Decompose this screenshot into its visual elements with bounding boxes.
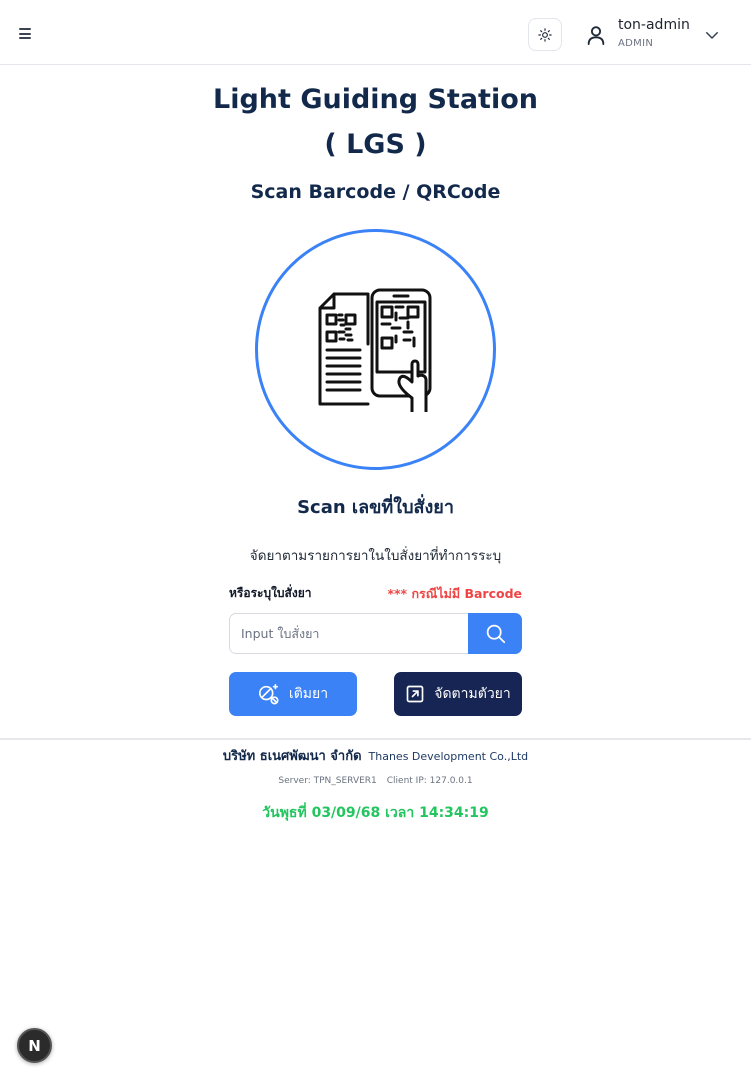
hamburger-menu-icon[interactable] bbox=[19, 28, 31, 39]
server-name: Server: TPN_SERVER1 bbox=[278, 776, 377, 786]
sort-by-medicine-button[interactable]: จัดตามตัวยา bbox=[394, 672, 522, 716]
no-barcode-hint: *** กรณีไม่มี Barcode bbox=[387, 586, 522, 601]
user-name: ton-admin bbox=[618, 17, 690, 33]
theme-toggle-button[interactable] bbox=[528, 18, 562, 51]
page: ton-admin ADMIN Light Guiding Station ( … bbox=[0, 0, 751, 1080]
sun-icon bbox=[538, 27, 552, 42]
chevron-down-icon[interactable] bbox=[703, 26, 721, 44]
current-datetime: วันพุธที่ 03/09/68 เวลา 14:34:19 bbox=[262, 805, 489, 821]
user-role: ADMIN bbox=[618, 38, 654, 49]
nextjs-badge[interactable]: N bbox=[17, 1028, 52, 1063]
instruction-text: จัดยาตามรายการยาในใบสั่งยาที่ทำการระบุ bbox=[249, 548, 502, 564]
prescription-field-label: หรือระบุใบสั่งยา bbox=[229, 586, 312, 600]
page-title-abbr: ( LGS ) bbox=[324, 129, 427, 160]
client-ip: Client IP: 127.0.0.1 bbox=[386, 776, 473, 786]
scan-area[interactable] bbox=[255, 229, 496, 470]
sort-button-label: จัดตามตัวยา bbox=[434, 686, 511, 702]
prescription-search bbox=[229, 613, 522, 654]
footer-divider bbox=[0, 738, 751, 740]
search-button[interactable] bbox=[468, 613, 522, 654]
company-name-en: Thanes Development Co.,Ltd bbox=[368, 750, 529, 763]
page-title: Light Guiding Station bbox=[213, 84, 538, 115]
refill-medicine-button[interactable]: เติมยา bbox=[229, 672, 357, 716]
refill-button-label: เติมยา bbox=[288, 686, 329, 702]
pill-bottle-refill-icon bbox=[258, 684, 279, 705]
scan-label: Scan เลขที่ใบสั่งยา bbox=[297, 497, 454, 518]
server-info: Server: TPN_SERVER1 Client IP: 127.0.0.1 bbox=[0, 776, 751, 786]
search-icon bbox=[486, 624, 505, 644]
user-icon bbox=[587, 26, 605, 46]
company-info: บริษัท ธเนศพัฒนา จำกัด Thanes Development… bbox=[0, 745, 751, 766]
scan-subtitle: Scan Barcode / QRCode bbox=[250, 181, 501, 203]
top-header: ton-admin ADMIN bbox=[0, 0, 751, 65]
external-arrow-icon bbox=[406, 685, 424, 703]
company-name-th: บริษัท ธเนศพัฒนา จำกัด bbox=[222, 749, 362, 764]
qr-scan-document-icon bbox=[318, 288, 431, 412]
prescription-input[interactable] bbox=[229, 613, 469, 654]
user-menu[interactable]: ton-admin ADMIN bbox=[585, 16, 735, 52]
